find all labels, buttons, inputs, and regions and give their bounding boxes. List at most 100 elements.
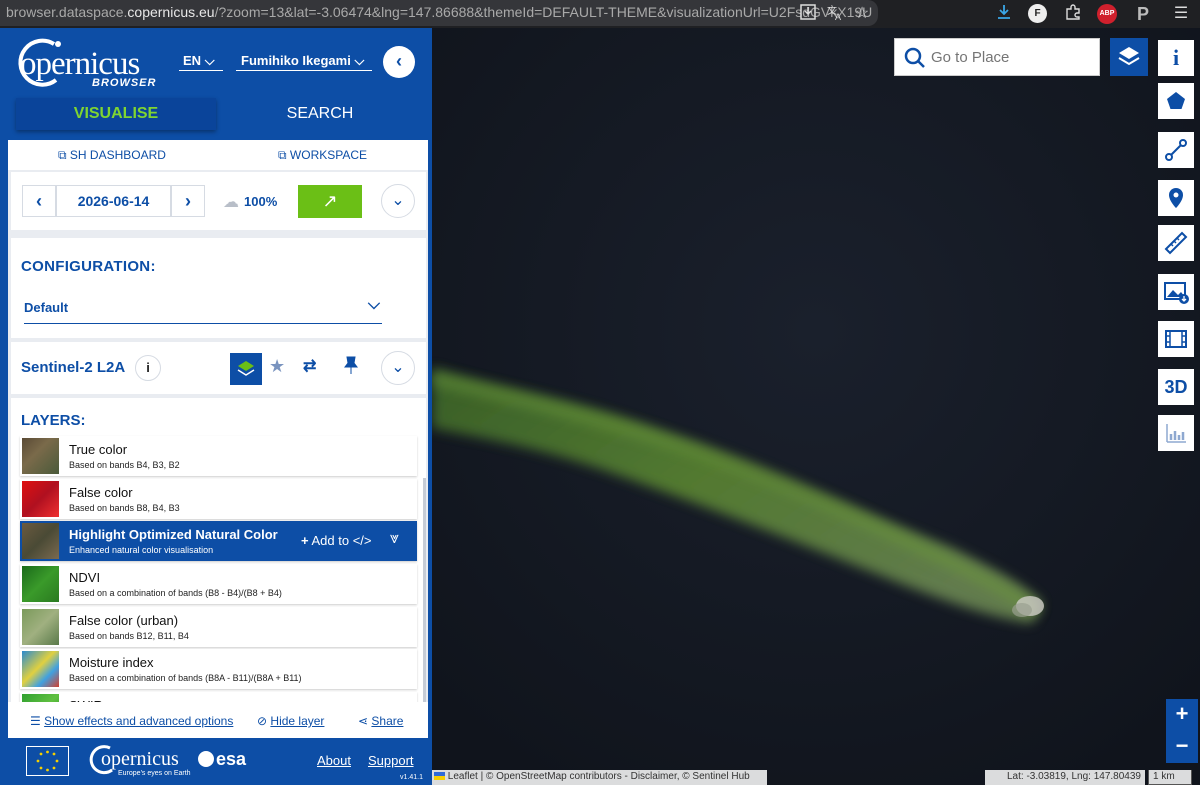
- download-image-button[interactable]: [1158, 274, 1194, 310]
- share-link[interactable]: ⋖ Share: [358, 714, 403, 728]
- base-layers-button[interactable]: [1110, 38, 1148, 76]
- arrow-up-right-icon: ↗: [322, 191, 338, 211]
- info-button[interactable]: i: [1158, 40, 1194, 76]
- histogram-button[interactable]: [1158, 415, 1194, 451]
- layer-item-highlight-optimized[interactable]: Highlight Optimized Natural Color Enhanc…: [20, 521, 417, 561]
- layer-title: Highlight Optimized Natural Color: [69, 527, 278, 542]
- sh-dashboard-link[interactable]: ⧉ SH DASHBOARD: [58, 148, 166, 163]
- tab-visualise[interactable]: VISUALISE: [16, 98, 216, 130]
- timelapse-button[interactable]: [1158, 321, 1194, 357]
- map-attribution: Leaflet | © OpenStreetMap contributors -…: [432, 770, 767, 785]
- layer-item-false-color-urban[interactable]: False color (urban) Based on bands B12, …: [20, 607, 417, 647]
- draw-polygon-button[interactable]: [1158, 83, 1194, 119]
- bar-chart-icon: [1166, 424, 1186, 443]
- chevron-down-icon: ⌵: [354, 53, 365, 68]
- extensions-puzzle-icon[interactable]: [1062, 3, 1084, 25]
- draw-line-button[interactable]: [1158, 132, 1194, 168]
- esa-logo-icon: [198, 751, 214, 767]
- layer-item-ndvi[interactable]: NDVI Based on a combination of bands (B8…: [20, 564, 417, 604]
- adblock-icon[interactable]: ABP: [1097, 4, 1117, 24]
- address-bar[interactable]: browser.dataspace.copernicus.eu/?zoom=13…: [0, 0, 878, 26]
- show-effects-link[interactable]: ☰ Show effects and advanced options: [30, 714, 233, 728]
- cloud-coverage-value[interactable]: 100%: [244, 194, 277, 209]
- add-to-button[interactable]: + Add to </>: [301, 533, 372, 548]
- collapse-sidebar-button[interactable]: ‹: [383, 46, 415, 78]
- browser-menu-icon[interactable]: ☰: [1170, 3, 1192, 25]
- layer-thumbnail: [22, 523, 59, 559]
- favorite-star-icon[interactable]: ★: [269, 356, 285, 377]
- zoom-in-button[interactable]: +: [1166, 699, 1198, 731]
- external-link-icon: ⧉: [58, 148, 67, 162]
- place-marker-button[interactable]: [1158, 180, 1194, 216]
- layer-item-moisture-index[interactable]: Moisture index Based on a combination of…: [20, 649, 417, 689]
- search-date-button[interactable]: ↗: [298, 185, 362, 218]
- layers-scrollbar[interactable]: [423, 478, 426, 723]
- go-to-place-input[interactable]: [931, 46, 1091, 68]
- downloads-icon[interactable]: [993, 3, 1015, 25]
- compare-icon[interactable]: ⇄: [303, 356, 316, 376]
- collection-card: Sentinel-2 L2A i ★ ⇄ ⌄: [11, 342, 426, 394]
- layer-subtitle: Based on bands B4, B3, B2: [69, 460, 180, 470]
- install-app-icon[interactable]: [797, 3, 819, 25]
- language-underline: [179, 70, 223, 71]
- user-underline: [236, 70, 372, 71]
- copernicus-footer-word: opernicus: [101, 748, 179, 770]
- layer-title: Moisture index: [69, 655, 154, 670]
- measure-button[interactable]: [1158, 225, 1194, 261]
- ruler-icon: [1164, 231, 1188, 255]
- layer-title: True color: [69, 442, 128, 457]
- url-rest: /?zoom=13&lat=-3.06474&lng=147.86688&the…: [214, 4, 873, 20]
- double-chevron-down-icon[interactable]: ⩔: [390, 530, 399, 548]
- code-icon: </>: [352, 533, 372, 548]
- three-d-button[interactable]: 3D: [1158, 369, 1194, 405]
- user-menu[interactable]: Fumihiko Ikegami ⌵: [241, 53, 364, 69]
- layer-item-true-color[interactable]: True color Based on bands B4, B3, B2: [20, 436, 417, 476]
- expand-collection-button[interactable]: ⌄: [381, 351, 415, 385]
- pin-icon[interactable]: [343, 356, 359, 379]
- info-icon: i: [1172, 45, 1180, 70]
- extension-f-icon[interactable]: F: [1028, 4, 1047, 23]
- prev-date-button[interactable]: ‹: [22, 185, 56, 217]
- layer-title: False color (urban): [69, 613, 179, 628]
- layer-subtitle: Enhanced natural color visualisation: [69, 545, 214, 555]
- bookmark-star-icon[interactable]: ☆: [851, 3, 873, 25]
- sliders-icon: ☰: [30, 714, 41, 728]
- configuration-select[interactable]: Default ⌵: [24, 296, 382, 324]
- plus-icon: +: [301, 533, 309, 548]
- film-icon: [1165, 330, 1187, 348]
- configuration-title: CONFIGURATION:: [21, 258, 156, 275]
- search-icon: [904, 47, 925, 68]
- line-icon: [1165, 139, 1187, 161]
- workspace-link[interactable]: ⧉ WORKSPACE: [278, 148, 367, 163]
- layer-item-false-color[interactable]: False color Based on bands B8, B4, B3: [20, 479, 417, 519]
- ukraine-flag-icon: [434, 772, 445, 781]
- extension-p-icon[interactable]: P: [1132, 3, 1154, 25]
- copernicus-tagline: Europe's eyes on Earth: [118, 770, 191, 777]
- translate-icon[interactable]: 文A: [824, 3, 846, 25]
- about-link[interactable]: About: [317, 753, 351, 768]
- share-icon: ⋖: [358, 714, 369, 728]
- layer-thumbnail: [22, 438, 59, 474]
- expand-date-button[interactable]: ⌄: [381, 184, 415, 218]
- go-to-place-search[interactable]: [894, 38, 1100, 76]
- image-download-icon: [1164, 282, 1189, 304]
- layers-toggle-button[interactable]: [230, 353, 262, 385]
- external-links-bar: ⧉ SH DASHBOARD ⧉ WORKSPACE: [8, 140, 428, 170]
- satellite-imagery: [432, 28, 1200, 785]
- attribution-text: Leaflet | © OpenStreetMap contributors -…: [447, 771, 750, 782]
- layers-card: LAYERS: True color Based on bands B4, B3…: [11, 398, 426, 728]
- map-view[interactable]: i 3D + − Leaflet | © OpenStreetMap contr…: [432, 28, 1200, 785]
- next-date-button[interactable]: ›: [171, 185, 205, 217]
- configuration-value: Default: [24, 300, 69, 315]
- hide-layer-link[interactable]: ⊘ Hide layer: [257, 714, 324, 728]
- zoom-out-button[interactable]: −: [1166, 731, 1198, 763]
- layer-thumbnail: [22, 481, 59, 517]
- date-picker[interactable]: 2026-06-14: [56, 185, 171, 217]
- info-icon[interactable]: i: [135, 355, 161, 381]
- external-link-icon: ⧉: [278, 148, 287, 162]
- support-link[interactable]: Support: [368, 753, 414, 768]
- language-select[interactable]: EN ⌵: [183, 53, 215, 69]
- tab-search[interactable]: SEARCH: [220, 98, 420, 130]
- layer-subtitle: Based on a combination of bands (B8 - B4…: [69, 588, 282, 598]
- chevron-left-icon: ‹: [396, 51, 402, 71]
